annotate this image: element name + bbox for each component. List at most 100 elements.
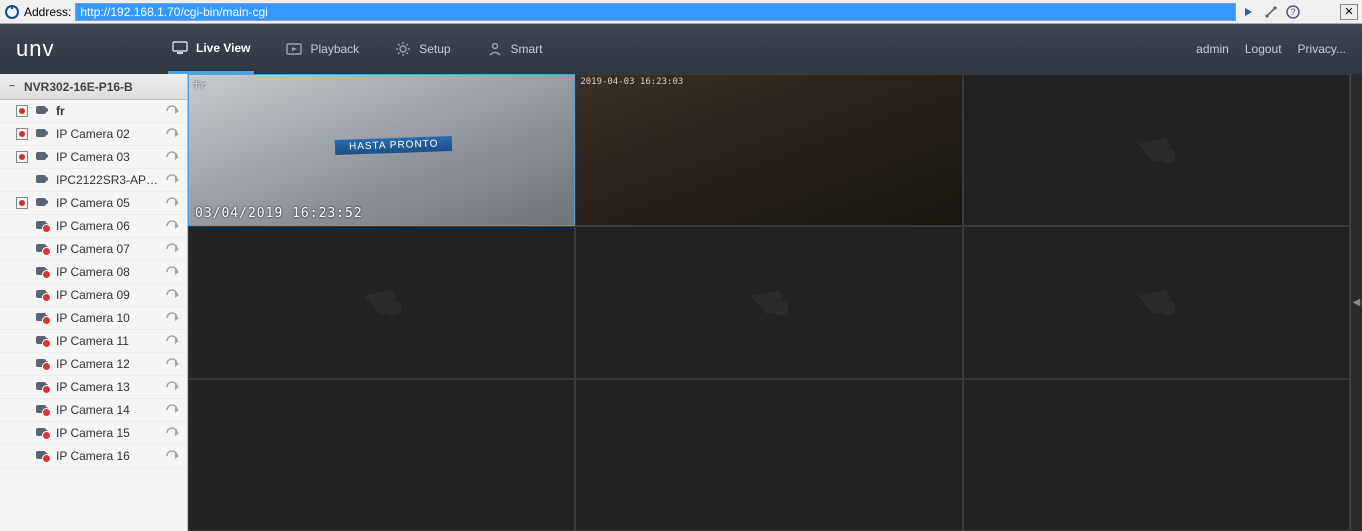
camera-list: fr IP Camera 02 IP Camera 03 IPC2122SR3-APF…: [0, 100, 187, 468]
address-label: Address:: [24, 5, 71, 19]
video-cell-5[interactable]: [575, 226, 962, 378]
camera-icon: [34, 151, 50, 163]
feed-banner: HASTA PRONTO: [335, 136, 453, 155]
nav-setup[interactable]: Setup: [391, 24, 454, 74]
camera-stream-toggle-icon[interactable]: [165, 219, 181, 233]
camera-name: IP Camera 13: [56, 380, 159, 394]
record-indicator-icon: [16, 105, 28, 117]
video-area: fr HASTA PRONTO 03/04/2019 16:23:52 2019…: [188, 74, 1362, 531]
browser-chrome-bar: Address: ? ✕: [0, 0, 1362, 24]
device-title-row[interactable]: − NVR302-16E-P16-B: [0, 74, 187, 100]
camera-row[interactable]: IPC2122SR3-APF60: [0, 169, 187, 192]
camera-stream-toggle-icon[interactable]: [165, 357, 181, 371]
camera-row[interactable]: IP Camera 05: [0, 192, 187, 215]
tools-icon[interactable]: [1262, 3, 1280, 21]
device-name: NVR302-16E-P16-B: [24, 80, 133, 94]
camera-stream-toggle-icon[interactable]: [165, 288, 181, 302]
camera-row[interactable]: fr: [0, 100, 187, 123]
camera-row[interactable]: IP Camera 07: [0, 238, 187, 261]
logout-link[interactable]: Logout: [1245, 42, 1282, 56]
nav-smart[interactable]: Smart: [483, 24, 547, 74]
camera-stream-toggle-icon[interactable]: [165, 173, 181, 187]
camera-row[interactable]: IP Camera 09: [0, 284, 187, 307]
camera-name: IP Camera 16: [56, 449, 159, 463]
camera-name: IP Camera 12: [56, 357, 159, 371]
camera-row[interactable]: IP Camera 08: [0, 261, 187, 284]
camera-row[interactable]: IP Camera 16: [0, 445, 187, 468]
camera-name: IP Camera 02: [56, 127, 159, 141]
nav-live-view[interactable]: Live View: [168, 24, 254, 74]
camera-row[interactable]: IP Camera 03: [0, 146, 187, 169]
camera-row[interactable]: IP Camera 15: [0, 422, 187, 445]
video-feed-2: 2019-04-03 16:23:03: [576, 75, 961, 225]
camera-row[interactable]: IP Camera 10: [0, 307, 187, 330]
right-panel-toggle[interactable]: ◀: [1350, 74, 1362, 531]
camera-name: IP Camera 05: [56, 196, 159, 210]
user-name[interactable]: admin: [1196, 42, 1229, 56]
camera-stream-toggle-icon[interactable]: [165, 380, 181, 394]
camera-stream-toggle-icon[interactable]: [165, 426, 181, 440]
window-close-button[interactable]: ✕: [1340, 4, 1358, 20]
help-icon[interactable]: ?: [1284, 3, 1302, 21]
camera-name: IP Camera 11: [56, 334, 159, 348]
camera-stream-toggle-icon[interactable]: [165, 265, 181, 279]
camera-stream-toggle-icon[interactable]: [165, 196, 181, 210]
camera-stream-toggle-icon[interactable]: [165, 150, 181, 164]
camera-name: IPC2122SR3-APF60: [56, 173, 159, 187]
record-indicator-icon: [16, 151, 28, 163]
camera-name: IP Camera 14: [56, 403, 159, 417]
camera-row[interactable]: IP Camera 12: [0, 353, 187, 376]
camera-stream-toggle-icon[interactable]: [165, 311, 181, 325]
camera-placeholder-icon: [358, 278, 406, 326]
privacy-link[interactable]: Privacy...: [1298, 42, 1346, 56]
app-header: unv Live View Playback Setup Smart: [0, 24, 1362, 74]
camera-name: IP Camera 09: [56, 288, 159, 302]
camera-icon: [34, 404, 50, 416]
camera-row[interactable]: IP Camera 11: [0, 330, 187, 353]
camera-name: IP Camera 06: [56, 219, 159, 233]
header-right: admin Logout Privacy...: [1196, 42, 1346, 56]
camera-icon: [34, 427, 50, 439]
brand-logo: unv: [16, 36, 136, 62]
camera-row[interactable]: IP Camera 02: [0, 123, 187, 146]
camera-name: IP Camera 08: [56, 265, 159, 279]
camera-row[interactable]: IP Camera 13: [0, 376, 187, 399]
record-indicator-icon: [16, 197, 28, 209]
address-input[interactable]: [75, 3, 1236, 21]
video-cell-8[interactable]: [575, 379, 962, 531]
nav-playback[interactable]: Playback: [282, 24, 363, 74]
app-body: − NVR302-16E-P16-B fr IP Camera 02 IP Came…: [0, 74, 1362, 531]
camera-placeholder-icon: [745, 278, 793, 326]
camera-icon: [34, 289, 50, 301]
collapse-toggle-icon[interactable]: −: [6, 81, 18, 93]
camera-stream-toggle-icon[interactable]: [165, 403, 181, 417]
camera-stream-toggle-icon[interactable]: [165, 127, 181, 141]
go-button[interactable]: [1240, 3, 1258, 21]
camera-stream-toggle-icon[interactable]: [165, 334, 181, 348]
camera-name: fr: [56, 104, 159, 118]
camera-icon: [34, 197, 50, 209]
video-cell-4[interactable]: [188, 226, 575, 378]
camera-stream-toggle-icon[interactable]: [165, 449, 181, 463]
video-cell-9[interactable]: [963, 379, 1350, 531]
video-cell-7[interactable]: [188, 379, 575, 531]
camera-name: IP Camera 03: [56, 150, 159, 164]
video-feed-1: fr HASTA PRONTO 03/04/2019 16:23:52: [189, 75, 574, 225]
camera-icon: [34, 243, 50, 255]
camera-icon: [34, 128, 50, 140]
video-cell-1[interactable]: fr HASTA PRONTO 03/04/2019 16:23:52: [188, 74, 575, 226]
camera-row[interactable]: IP Camera 14: [0, 399, 187, 422]
video-cell-6[interactable]: [963, 226, 1350, 378]
camera-stream-toggle-icon[interactable]: [165, 242, 181, 256]
main-nav: Live View Playback Setup Smart: [168, 24, 547, 74]
feed-label: 2019-04-03 16:23:03: [580, 77, 683, 87]
camera-icon: [34, 312, 50, 324]
video-cell-3[interactable]: [963, 74, 1350, 226]
camera-icon: [34, 450, 50, 462]
camera-stream-toggle-icon[interactable]: [165, 104, 181, 118]
nav-label: Live View: [196, 41, 250, 55]
camera-row[interactable]: IP Camera 06: [0, 215, 187, 238]
video-cell-2[interactable]: 2019-04-03 16:23:03: [575, 74, 962, 226]
gear-icon: [395, 41, 411, 57]
record-indicator-icon: [16, 128, 28, 140]
